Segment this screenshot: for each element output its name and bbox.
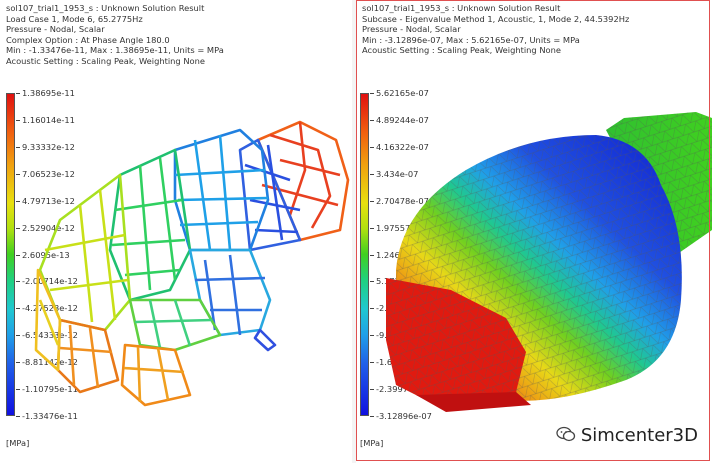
acoustic-cavity-model [386,112,712,412]
left-result-viewport[interactable]: sol107_trial1_1953_s : Unknown Solution … [0,0,352,463]
watermark: Simcenter3D [556,425,698,446]
right-result-viewport[interactable]: sol107_trial1_1953_s : Unknown Solution … [356,0,712,463]
wireframe-mesh-model [34,120,350,407]
wechat-icon [556,426,576,446]
watermark-text: Simcenter3D [580,425,698,446]
